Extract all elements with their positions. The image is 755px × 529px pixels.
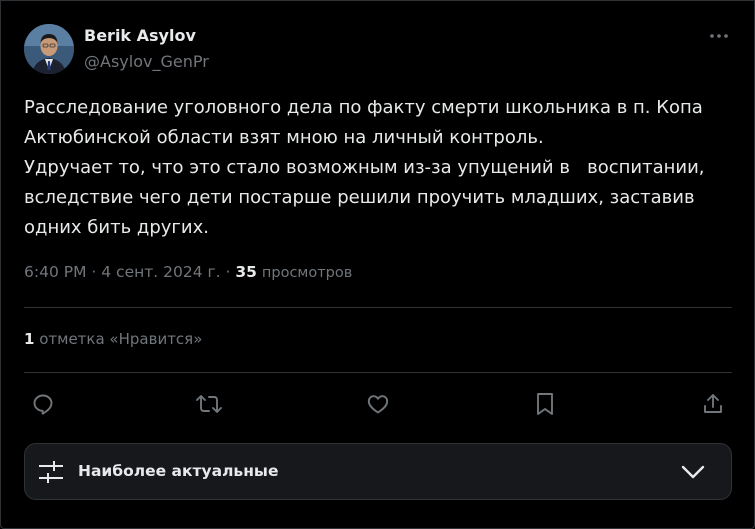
sliders-icon (37, 459, 65, 485)
divider (24, 307, 732, 308)
divider (24, 372, 732, 373)
meta-separator: · (225, 263, 236, 281)
tweet-date[interactable]: 4 сент. 2024 г. (101, 263, 220, 281)
more-dots-icon (710, 34, 728, 38)
chevron-down-icon (680, 460, 706, 484)
tweet-meta: 6:40 PM · 4 сент. 2024 г. · 35 просмотро… (24, 263, 352, 281)
avatar[interactable] (24, 24, 74, 74)
tweet-card: Berik Asylov @Asylov_GenPr Расследование… (0, 0, 755, 529)
sort-replies-dropdown[interactable]: Наиболее актуальные (24, 443, 732, 500)
retweet-button[interactable] (191, 389, 227, 419)
views-count: 35 (235, 263, 257, 281)
reply-icon (33, 394, 53, 415)
share-button[interactable] (695, 389, 731, 419)
more-options-button[interactable] (707, 26, 731, 46)
author-handle[interactable]: @Asylov_GenPr (84, 52, 209, 71)
tweet-text: Расследование уголовного дела по факту с… (24, 97, 705, 238)
tweet-time[interactable]: 6:40 PM (24, 263, 86, 281)
likes-summary[interactable]: 1 отметка «Нравится» (24, 330, 202, 348)
share-icon (704, 394, 722, 413)
likes-count: 1 (24, 330, 35, 348)
sort-label: Наиболее актуальные (78, 462, 279, 480)
heart-icon (367, 395, 389, 414)
like-button[interactable] (360, 389, 396, 419)
bookmark-icon (537, 393, 553, 415)
avatar-image (24, 24, 74, 74)
retweet-icon (196, 395, 222, 413)
reply-button[interactable] (25, 389, 61, 419)
meta-separator: · (91, 263, 102, 281)
bookmark-button[interactable] (527, 389, 563, 419)
views-label: просмотров (261, 265, 353, 281)
author-name[interactable]: Berik Asylov (84, 26, 196, 45)
likes-label: отметка «Нравится» (39, 330, 203, 348)
